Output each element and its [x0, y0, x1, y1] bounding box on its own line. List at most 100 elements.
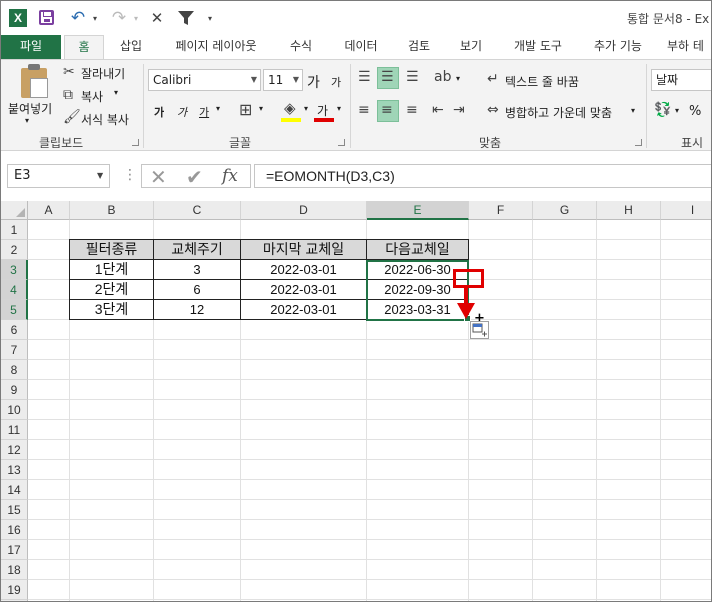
- font-size-select[interactable]: 11 ▼: [263, 69, 303, 91]
- borders-dropdown-icon[interactable]: ▾: [259, 104, 263, 113]
- column-header-g[interactable]: G: [533, 201, 597, 220]
- merge-dropdown-icon[interactable]: ▾: [631, 106, 635, 115]
- percent-button[interactable]: %: [689, 104, 701, 119]
- font-color-dropdown-icon[interactable]: ▾: [337, 104, 341, 113]
- chevron-down-icon[interactable]: ▼: [97, 171, 103, 180]
- merge-center-button[interactable]: 병합하고 가운데 맞춤: [505, 104, 612, 121]
- cancel-icon[interactable]: ✕: [150, 165, 167, 189]
- tab-load-test[interactable]: 부하 테: [667, 35, 711, 59]
- tab-data[interactable]: 데이터: [335, 35, 387, 59]
- redo-icon[interactable]: ↷: [108, 7, 130, 29]
- column-header-c[interactable]: C: [154, 201, 241, 220]
- row-header-14[interactable]: 14: [1, 480, 28, 500]
- table-header-cell[interactable]: 필터종류: [69, 239, 154, 260]
- column-header-h[interactable]: H: [597, 201, 661, 220]
- column-header-a[interactable]: A: [28, 201, 70, 220]
- clipboard-launcher-icon[interactable]: [132, 139, 139, 146]
- close-x-icon[interactable]: ✕: [147, 7, 167, 29]
- borders-icon[interactable]: ⊞: [239, 102, 252, 118]
- tab-view[interactable]: 보기: [451, 35, 491, 59]
- table-cell[interactable]: 6: [153, 279, 241, 300]
- table-cell[interactable]: 2022-03-01: [240, 259, 367, 280]
- align-left-icon[interactable]: ≡: [358, 103, 370, 117]
- accounting-format-icon[interactable]: 💱: [654, 103, 671, 117]
- table-cell[interactable]: 3단계: [69, 299, 154, 320]
- tab-developer[interactable]: 개발 도구: [505, 35, 571, 59]
- table-cell[interactable]: 2단계: [69, 279, 154, 300]
- undo-icon[interactable]: ↶: [67, 7, 89, 29]
- row-header-8[interactable]: 8: [1, 360, 28, 380]
- tab-formulas[interactable]: 수식: [281, 35, 321, 59]
- copy-dropdown-icon[interactable]: ▾: [114, 88, 118, 97]
- paste-dropdown-icon[interactable]: ▾: [25, 116, 29, 125]
- tab-file[interactable]: 파일: [1, 35, 61, 59]
- accounting-dropdown-icon[interactable]: ▾: [675, 106, 679, 115]
- underline-dropdown-icon[interactable]: ▾: [216, 104, 220, 113]
- column-header-e[interactable]: E: [367, 201, 469, 220]
- copy-button[interactable]: 복사: [81, 88, 103, 105]
- undo-dropdown-icon[interactable]: ▾: [89, 7, 101, 29]
- row-header-6[interactable]: 6: [1, 320, 28, 340]
- filter-icon[interactable]: [175, 7, 197, 29]
- column-header-b[interactable]: B: [70, 201, 154, 220]
- row-header-10[interactable]: 10: [1, 400, 28, 420]
- tab-page-layout[interactable]: 페이지 레이아웃: [163, 35, 269, 59]
- align-top-icon[interactable]: ☰: [358, 70, 371, 84]
- format-painter-button[interactable]: 서식 복사: [81, 111, 129, 128]
- table-cell[interactable]: 12: [153, 299, 241, 320]
- name-box[interactable]: E3: [7, 164, 110, 188]
- paste-icon[interactable]: [21, 64, 48, 98]
- row-header-2[interactable]: 2: [1, 240, 28, 260]
- fill-color-dropdown-icon[interactable]: ▾: [304, 104, 308, 113]
- row-header-9[interactable]: 9: [1, 380, 28, 400]
- font-name-select[interactable]: Calibri ▼: [148, 69, 261, 91]
- column-header-i[interactable]: I: [661, 201, 711, 220]
- row-header-11[interactable]: 11: [1, 420, 28, 440]
- paste-button[interactable]: 붙여넣기: [8, 100, 52, 117]
- row-header-4[interactable]: 4: [1, 280, 28, 300]
- row-header-7[interactable]: 7: [1, 340, 28, 360]
- auto-fill-options-icon[interactable]: [470, 321, 489, 339]
- table-header-cell[interactable]: 마지막 교체일: [240, 239, 367, 260]
- redo-dropdown-icon[interactable]: ▾: [130, 7, 142, 29]
- alignment-launcher-icon[interactable]: [635, 139, 642, 146]
- table-cell[interactable]: 3: [153, 259, 241, 280]
- orientation-dropdown-icon[interactable]: ▾: [456, 74, 460, 83]
- increase-indent-icon[interactable]: ⇥: [453, 103, 465, 117]
- row-header-5[interactable]: 5: [1, 300, 28, 320]
- table-cell[interactable]: 1단계: [69, 259, 154, 280]
- font-launcher-icon[interactable]: [338, 139, 345, 146]
- grow-font-button[interactable]: 가: [307, 72, 320, 92]
- align-bottom-icon[interactable]: ☰: [406, 70, 419, 84]
- cut-button[interactable]: 잘라내기: [81, 65, 125, 82]
- table-cell[interactable]: 2022-03-01: [240, 279, 367, 300]
- tab-add-ins[interactable]: 추가 기능: [585, 35, 651, 59]
- font-color-button[interactable]: 가: [317, 102, 328, 119]
- formula-input[interactable]: =EOMONTH(D3,C3): [254, 164, 711, 188]
- table-cell[interactable]: 2022-03-01: [240, 299, 367, 320]
- insert-function-icon[interactable]: fx: [222, 166, 238, 186]
- row-header-12[interactable]: 12: [1, 440, 28, 460]
- customize-qat-icon[interactable]: ▾: [203, 7, 217, 29]
- row-header-1[interactable]: 1: [1, 220, 28, 240]
- orientation-icon[interactable]: ab: [434, 70, 451, 84]
- row-header-19[interactable]: 19: [1, 580, 28, 600]
- italic-button[interactable]: 가: [177, 104, 187, 120]
- number-format-select[interactable]: 날짜: [651, 69, 711, 91]
- fill-color-icon[interactable]: ◈: [284, 101, 296, 116]
- save-icon[interactable]: [39, 10, 54, 25]
- row-header-13[interactable]: 13: [1, 460, 28, 480]
- underline-button[interactable]: 가: [199, 104, 209, 120]
- column-header-f[interactable]: F: [469, 201, 533, 220]
- table-header-cell[interactable]: 다음교체일: [366, 239, 469, 260]
- tab-insert[interactable]: 삽입: [111, 35, 151, 59]
- tab-review[interactable]: 검토: [399, 35, 439, 59]
- select-all-button[interactable]: [1, 201, 28, 220]
- row-header-3[interactable]: 3: [1, 260, 28, 280]
- row-header-15[interactable]: 15: [1, 500, 28, 520]
- row-header-16[interactable]: 16: [1, 520, 28, 540]
- row-header-18[interactable]: 18: [1, 560, 28, 580]
- table-header-cell[interactable]: 교체주기: [153, 239, 241, 260]
- tab-home[interactable]: 홈: [64, 35, 104, 60]
- decrease-indent-icon[interactable]: ⇤: [432, 103, 444, 117]
